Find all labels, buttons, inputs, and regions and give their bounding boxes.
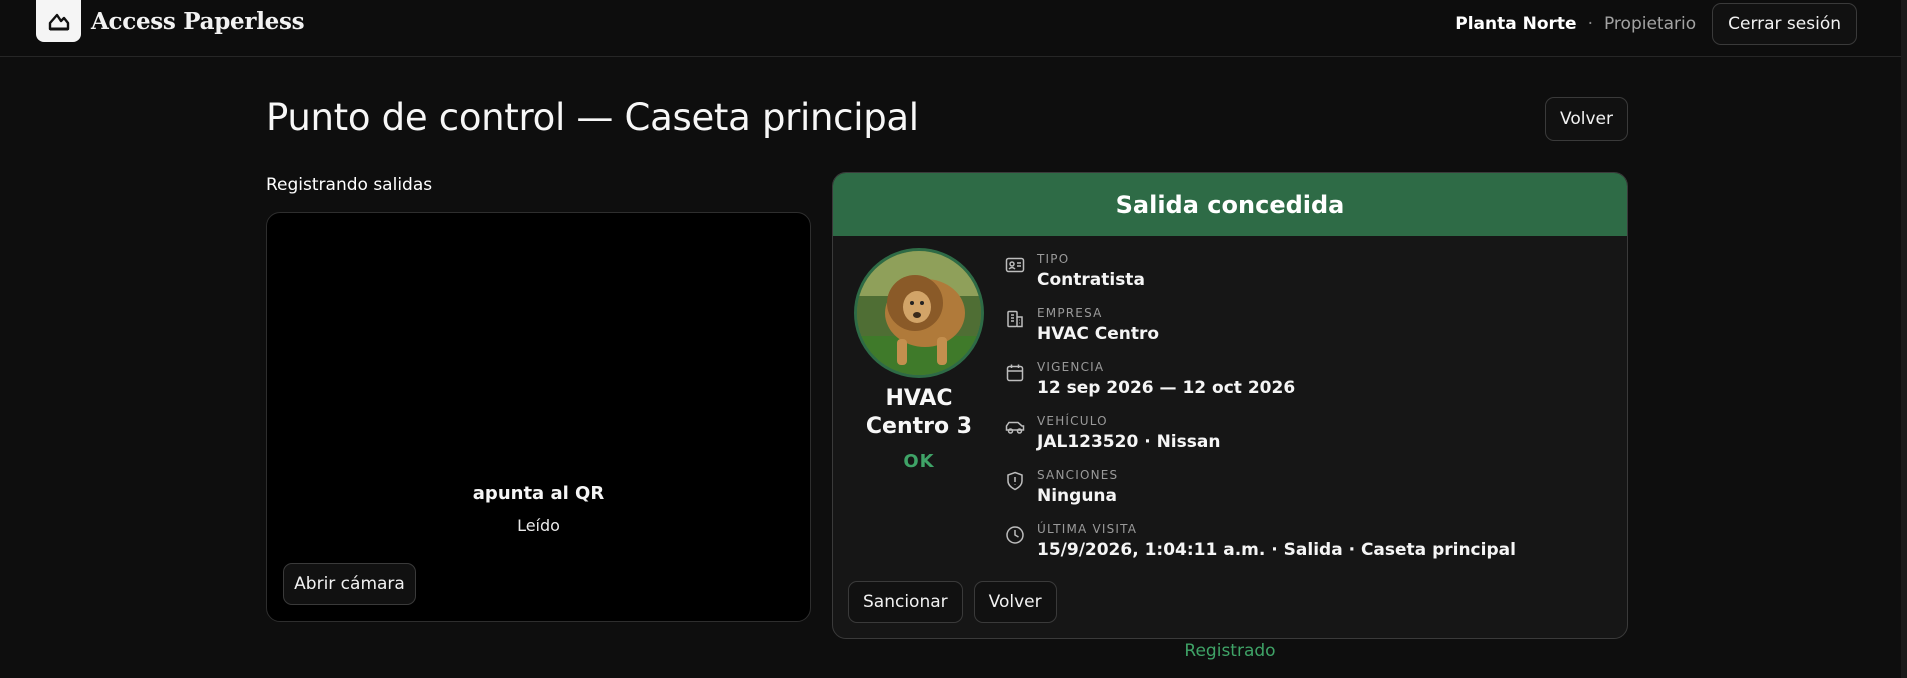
avatar — [854, 248, 984, 378]
detail-label: VIGENCIA — [1037, 360, 1105, 374]
building-icon — [1005, 309, 1025, 329]
detail-type: TIPO Contratista — [1005, 252, 1605, 306]
detail-value: JAL123520 · Nissan — [1037, 432, 1221, 452]
clock-icon — [1005, 525, 1025, 545]
app-name: Access Paperless — [91, 7, 305, 35]
person-status-badge: OK — [903, 451, 935, 472]
detail-validity: VIGENCIA 12 sep 2026 — 12 oct 2026 — [1005, 360, 1605, 414]
detail-sanctions: SANCIONES Ninguna — [1005, 468, 1605, 522]
detail-label: VEHÍCULO — [1037, 414, 1108, 428]
detail-last-visit: ÚLTIMA VISITA 15/9/2026, 1:04:11 a.m. · … — [1005, 522, 1605, 576]
back-button[interactable]: Volver — [1545, 97, 1628, 141]
org-name: Planta Norte — [1455, 14, 1577, 34]
detail-value: Contratista — [1037, 270, 1145, 290]
scan-hint: apunta al QR — [472, 483, 605, 504]
sanction-button[interactable]: Sancionar — [848, 581, 963, 623]
open-camera-button[interactable]: Abrir cámara — [283, 563, 416, 605]
detail-label: ÚLTIMA VISITA — [1037, 522, 1138, 536]
registration-status: Registrado — [1184, 641, 1276, 661]
person-details: TIPO Contratista EMPRESA HVAC Centro VIG… — [1005, 252, 1605, 576]
top-nav: Planta Norte · Propietario Cerrar sesión — [1455, 3, 1857, 45]
detail-label: SANCIONES — [1037, 468, 1119, 482]
detail-label: TIPO — [1037, 252, 1070, 266]
detail-company: EMPRESA HVAC Centro — [1005, 306, 1605, 360]
scan-status: Leído — [517, 516, 560, 535]
person-name: HVAC Centro 3 — [865, 386, 973, 439]
id-card-icon — [1005, 255, 1025, 275]
result-back-button[interactable]: Volver — [973, 581, 1057, 623]
detail-label: EMPRESA — [1037, 306, 1103, 320]
top-bar: Access Paperless Planta Norte · Propieta… — [0, 0, 1907, 57]
detail-value: HVAC Centro — [1037, 324, 1160, 344]
nav-separator: · — [1587, 14, 1593, 34]
logout-button[interactable]: Cerrar sesión — [1712, 3, 1857, 45]
qr-scanner-viewport[interactable]: apunta al QR Leído Abrir cámara — [266, 212, 811, 622]
detail-value: 15/9/2026, 1:04:11 a.m. · Salida · Caset… — [1037, 540, 1516, 560]
detail-value: Ninguna — [1037, 486, 1118, 506]
scan-mode-label: Registrando salidas — [266, 175, 433, 195]
person-profile: HVAC Centro 3 OK — [845, 248, 993, 472]
app-logo-icon — [36, 0, 81, 42]
brand[interactable]: Access Paperless — [36, 0, 305, 42]
shield-icon — [1005, 471, 1025, 491]
user-role: Propietario — [1603, 14, 1697, 34]
car-icon — [1005, 417, 1025, 437]
page-scrollbar[interactable] — [1901, 0, 1907, 678]
result-actions: Sancionar Volver — [848, 581, 1057, 623]
access-result-card: Salida concedida HVAC Centro 3 OK TIPO C… — [832, 172, 1628, 639]
page-title: Punto de control — Caseta principal — [266, 96, 919, 139]
detail-vehicle: VEHÍCULO JAL123520 · Nissan — [1005, 414, 1605, 468]
calendar-icon — [1005, 363, 1025, 383]
detail-value: 12 sep 2026 — 12 oct 2026 — [1037, 378, 1296, 398]
result-header: Salida concedida — [833, 173, 1627, 236]
